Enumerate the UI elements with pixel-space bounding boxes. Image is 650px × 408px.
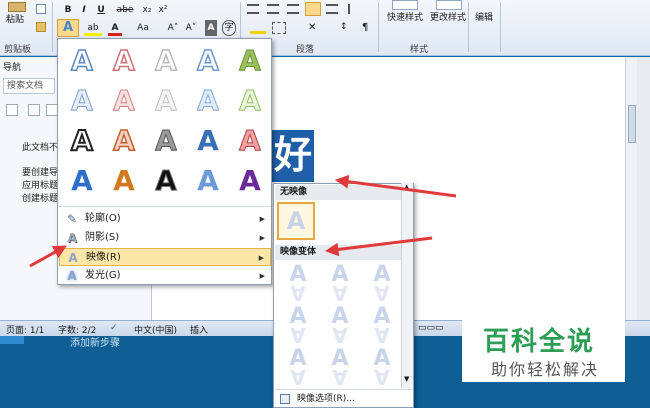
arrow-to-reflection-menu	[29, 250, 57, 268]
arrow-to-no-reflection-head	[334, 174, 350, 189]
arrow-to-no-reflection	[347, 180, 457, 198]
arrow-to-variants	[337, 236, 433, 252]
annotation-arrows	[29, 174, 457, 268]
arrow-to-variants-head	[324, 242, 340, 257]
